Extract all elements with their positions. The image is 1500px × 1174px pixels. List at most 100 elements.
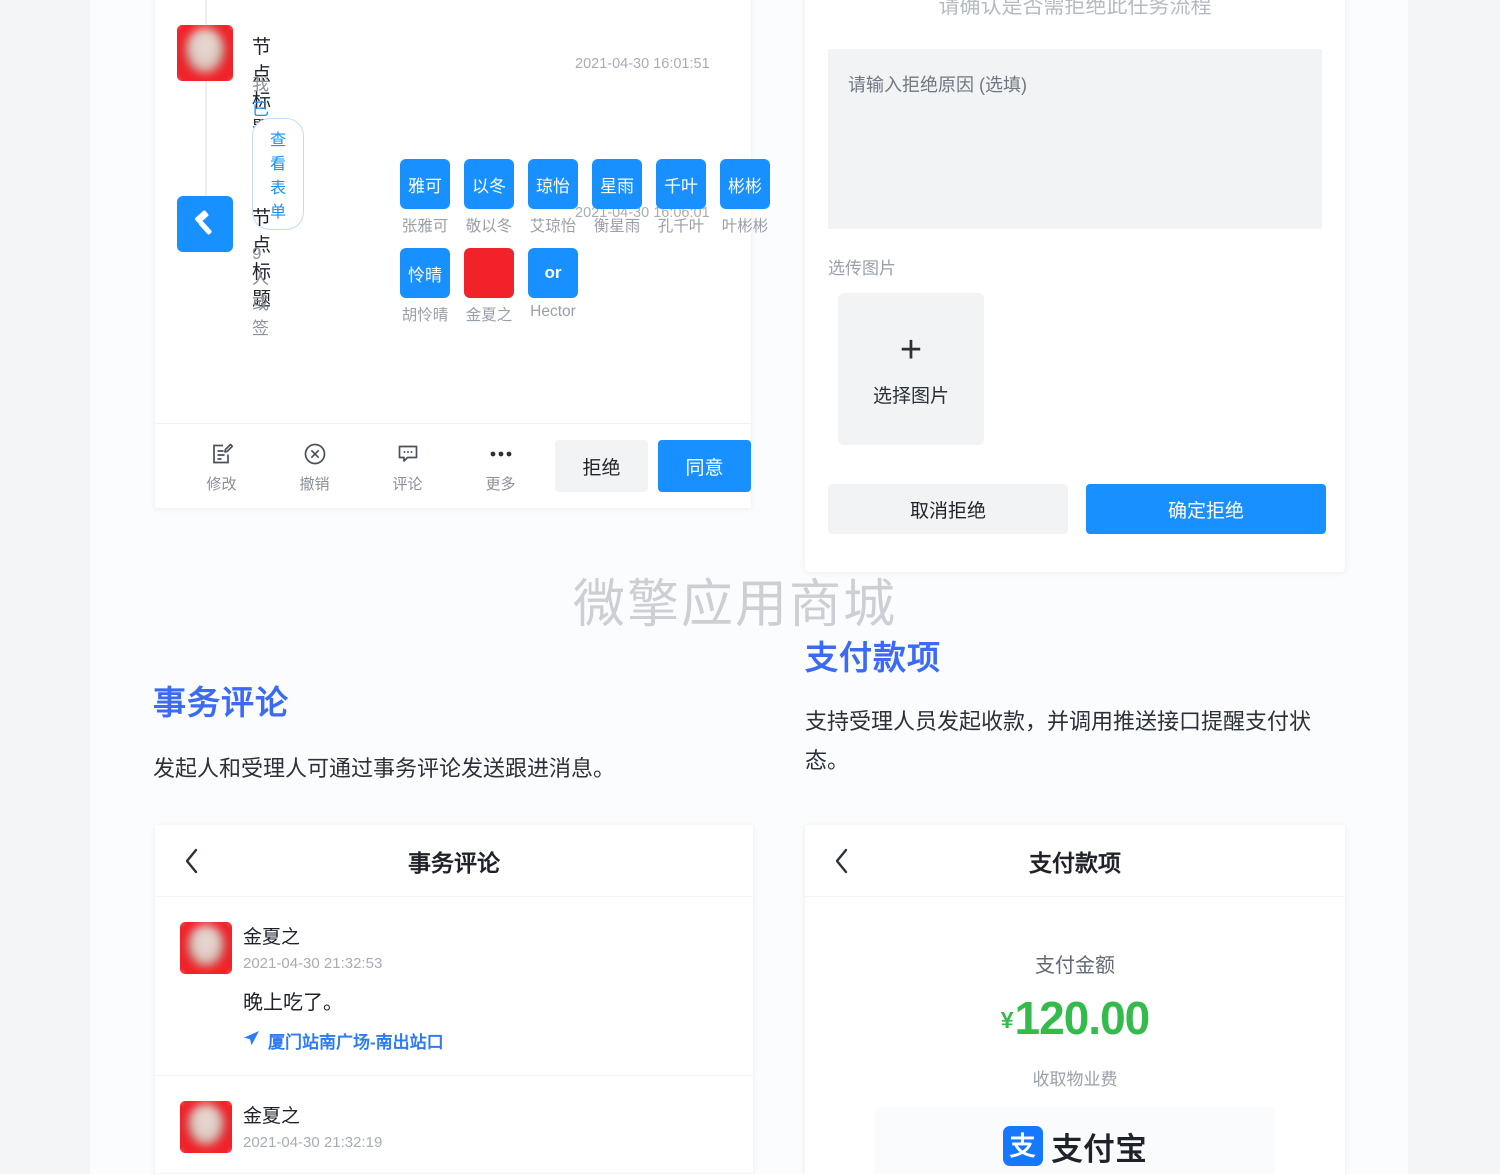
approver-row: 怜晴 胡怜晴 金夏之 or Hector	[400, 248, 740, 325]
comment-text: 晚上吃了。	[243, 992, 343, 1014]
approver-item[interactable]: 星雨 衡星雨	[592, 159, 642, 236]
approver-tile: 琼怡	[528, 159, 578, 209]
agree-button[interactable]: 同意	[658, 440, 751, 492]
avatar-hair	[190, 1113, 222, 1138]
edit-form-icon	[175, 439, 268, 469]
approver-name: 胡怜晴	[401, 307, 449, 324]
approver-tile: 星雨	[592, 159, 642, 209]
approver-item[interactable]: 雅可 张雅可	[400, 159, 450, 236]
approver-tile: 怜晴	[400, 248, 450, 298]
approver-name: 张雅可	[401, 218, 449, 235]
reject-reason-input[interactable]	[828, 49, 1322, 229]
approver-name: 叶彬彬	[721, 218, 769, 235]
chevron-left-icon[interactable]	[183, 847, 200, 875]
choose-image-label: 选择图片	[872, 385, 949, 407]
plus-icon: +	[899, 328, 923, 371]
approver-tile: 彬彬	[720, 159, 770, 209]
action-label: 修改	[206, 475, 237, 493]
approver-tile: or	[528, 248, 578, 298]
payment-amount-label: 支付金额	[1035, 955, 1115, 977]
action-edit[interactable]: 修改	[175, 439, 268, 494]
page-root: 节点标题 我已通过 2021-04-30 16:01:51 查看表单 节点标题 …	[0, 0, 1500, 1174]
avatar	[180, 922, 232, 974]
approver-name: 艾琼怡	[529, 218, 577, 235]
transaction-comment-card: 事务评论 金夏之 2021-04-30 21:32:53 晚上吃了。 厦门站南广…	[155, 825, 753, 1174]
approver-name: Hector	[530, 303, 576, 320]
confirm-reject-button[interactable]: 确定拒绝	[1086, 484, 1326, 534]
approver-name: 敬以冬	[465, 218, 513, 235]
approver-item[interactable]: 金夏之	[464, 248, 514, 325]
avatar	[177, 25, 233, 81]
action-label: 撤销	[299, 475, 330, 493]
avatar	[180, 1101, 232, 1153]
comment-timestamp: 2021-04-30 21:32:53	[243, 955, 383, 972]
reject-dialog-card: 请确认是否需拒绝此任务流程 选传图片 + 选择图片 取消拒绝 确定拒绝	[805, 0, 1345, 572]
approver-name: 衡星雨	[593, 218, 641, 235]
comment-item: 金夏之 2021-04-30 21:32:53 晚上吃了。 厦门站南广场-南出站…	[155, 897, 753, 1076]
gavel-icon	[177, 196, 233, 252]
approver-item[interactable]: 琼怡 艾琼怡	[528, 159, 578, 236]
approver-name: 孔千叶	[657, 218, 705, 235]
approver-item[interactable]: or Hector	[528, 248, 578, 325]
comment-bubble-icon	[361, 439, 454, 469]
cancel-reject-button[interactable]: 取消拒绝	[828, 484, 1068, 534]
avatar-hair	[190, 934, 222, 959]
approver-name: 金夏之	[465, 307, 513, 324]
action-comment[interactable]: 评论	[361, 439, 454, 494]
approver-item[interactable]: 彬彬 叶彬彬	[720, 159, 770, 236]
avatar-face	[187, 1103, 225, 1146]
avatar-hair	[464, 262, 487, 285]
approver-item[interactable]: 千叶 孔千叶	[656, 159, 706, 236]
payment-amount: ¥120.00	[805, 991, 1345, 1045]
approver-grid: 雅可 张雅可 以冬 敬以冬 琼怡 艾琼怡 星雨 衡星雨 千叶 孔千叶 彬彬 叶彬…	[400, 159, 770, 337]
reject-button[interactable]: 拒绝	[555, 440, 648, 492]
payment-card: 支付款项 支付金额 ¥120.00 收取物业费 支 支付宝	[805, 825, 1345, 1174]
avatar-face	[185, 27, 225, 74]
section-description-comment: 发起人和受理人可通过事务评论发送跟进消息。	[153, 756, 616, 781]
section-description-payment: 支持受理人员发起收款，并调用推送接口提醒支付状态。	[805, 709, 1312, 773]
action-label: 更多	[485, 475, 516, 493]
avatar-face	[187, 924, 225, 967]
comment-author: 金夏之	[243, 1106, 301, 1127]
location-arrow-icon	[243, 1030, 260, 1052]
payment-nav-title: 支付款项	[1029, 849, 1121, 876]
payment-nav-bar: 支付款项	[805, 825, 1345, 897]
approver-tile: 千叶	[656, 159, 706, 209]
section-heading-payment: 支付款项	[805, 639, 941, 676]
comment-location[interactable]: 厦门站南广场-南出站口	[243, 1028, 753, 1053]
alipay-label: 支付宝	[1051, 1131, 1148, 1167]
action-revoke[interactable]: 撤销	[268, 439, 361, 494]
reject-dialog-title: 请确认是否需拒绝此任务流程	[938, 0, 1212, 18]
avatar-hair	[188, 38, 222, 65]
comment-timestamp: 2021-04-30 21:32:19	[243, 1134, 383, 1151]
node-subtitle: 9人或签	[252, 244, 269, 338]
payment-method-alipay[interactable]: 支 支付宝	[875, 1107, 1275, 1174]
node-status-prefix: 我	[252, 75, 269, 94]
comment-location-label: 厦门站南广场-南出站口	[268, 1033, 444, 1052]
alipay-icon: 支	[1002, 1126, 1043, 1166]
approver-item[interactable]: 以冬 敬以冬	[464, 159, 514, 236]
approval-timeline-card: 节点标题 我已通过 2021-04-30 16:01:51 查看表单 节点标题 …	[155, 0, 770, 508]
approval-action-bar: 修改 撤销 评论 更多 拒绝 同意	[155, 423, 751, 508]
choose-image-button[interactable]: + 选择图片	[838, 293, 984, 445]
approver-item[interactable]: 怜晴 胡怜晴	[400, 248, 450, 325]
section-heading-comment: 事务评论	[153, 684, 289, 721]
comment-author: 金夏之	[243, 927, 301, 948]
approver-tile: 以冬	[464, 159, 514, 209]
action-more[interactable]: 更多	[454, 439, 547, 494]
chevron-left-icon[interactable]	[833, 847, 850, 875]
node-timestamp: 2021-04-30 16:01:51	[575, 56, 710, 72]
avatar-face	[487, 253, 514, 293]
approver-avatar	[464, 248, 514, 298]
comment-nav-title: 事务评论	[408, 849, 500, 876]
payment-description: 收取物业费	[1032, 1070, 1118, 1089]
revoke-circle-x-icon	[268, 439, 361, 469]
approver-tile: 雅可	[400, 159, 450, 209]
comment-nav-bar: 事务评论	[155, 825, 753, 897]
more-dots-icon	[454, 439, 547, 469]
amount-value: 120.00	[1014, 992, 1151, 1044]
comment-item: 金夏之 2021-04-30 21:32:19	[155, 1076, 753, 1174]
currency-symbol: ¥	[1000, 1007, 1014, 1033]
upload-section-label: 选传图片	[828, 259, 896, 278]
approver-row: 雅可 张雅可 以冬 敬以冬 琼怡 艾琼怡 星雨 衡星雨 千叶 孔千叶 彬彬 叶彬…	[400, 159, 770, 236]
